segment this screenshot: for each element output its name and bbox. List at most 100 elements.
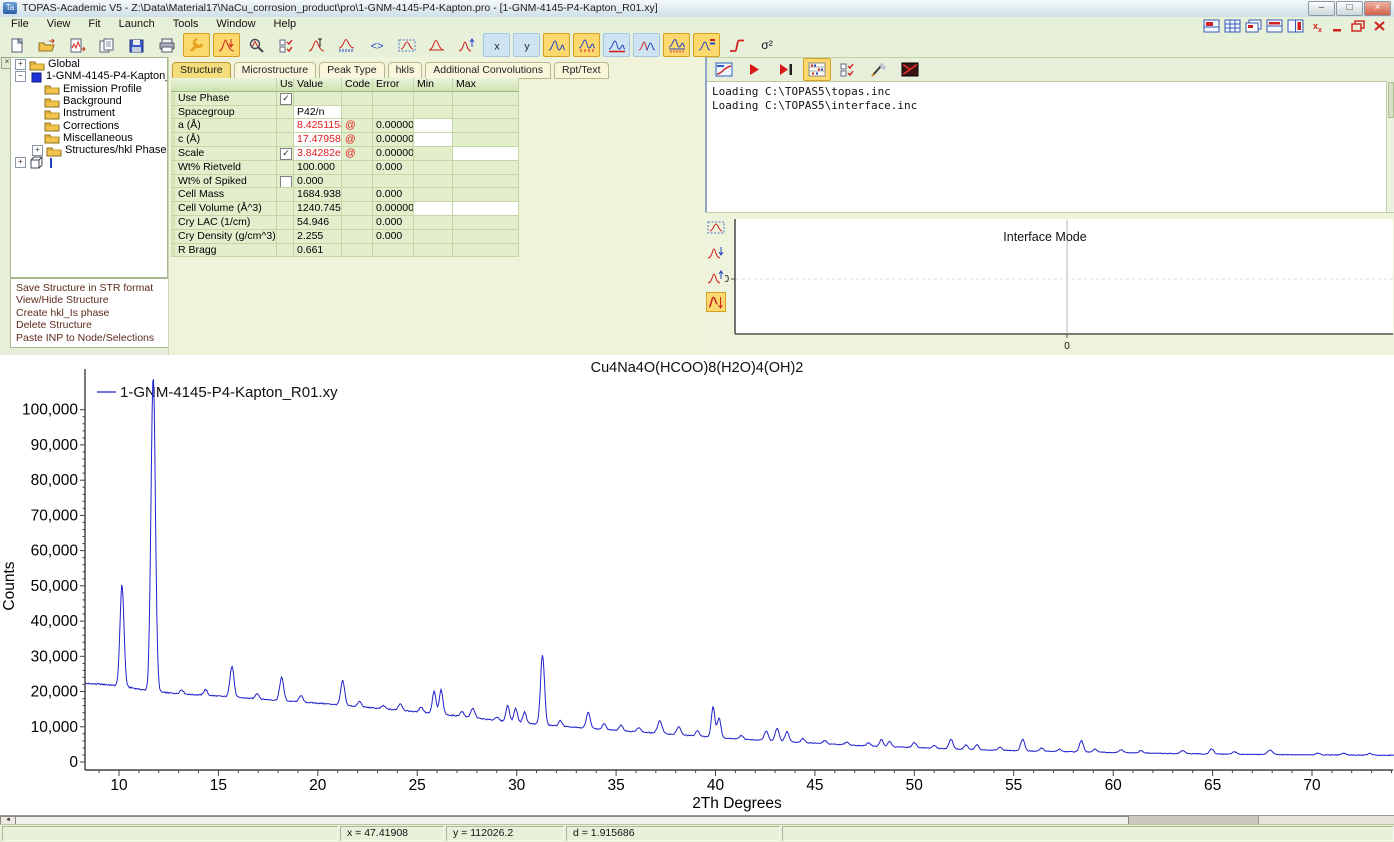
use-cell[interactable]: ✓ — [277, 92, 294, 106]
value-cell[interactable]: 17.4795807 — [294, 133, 342, 147]
split-vertical-icon[interactable] — [1286, 18, 1304, 33]
error-cell[interactable]: 0.00000e+00 — [373, 147, 414, 161]
max-cell[interactable] — [453, 133, 519, 147]
code-cell[interactable]: @ — [342, 133, 373, 147]
command-create-hkl-is-phase[interactable]: Create hkl_Is phase — [16, 307, 172, 319]
max-cell[interactable] — [453, 147, 519, 161]
max-cell[interactable] — [453, 188, 519, 202]
max-cell[interactable] — [453, 202, 519, 216]
step-plot-icon[interactable] — [723, 33, 750, 57]
error-cell[interactable]: 0.0000000 — [373, 119, 414, 133]
y-axis-button[interactable]: y — [513, 33, 540, 57]
new-file-icon[interactable] — [3, 33, 30, 57]
min-cell[interactable] — [414, 230, 453, 244]
max-cell[interactable] — [453, 230, 519, 244]
command-view-hide-structure[interactable]: View/Hide Structure — [16, 294, 172, 306]
min-cell[interactable] — [414, 175, 453, 189]
tree-toggle-icon[interactable]: − — [15, 71, 26, 82]
min-cell[interactable] — [414, 133, 453, 147]
use-cell[interactable] — [277, 244, 294, 258]
use-cell[interactable]: ✓ — [277, 147, 294, 161]
error-cell[interactable]: 0.000 — [373, 230, 414, 244]
zoom-extents-icon[interactable] — [393, 33, 420, 57]
main-chart[interactable]: Cu4Na4O(HCOO)8(H2O)4(OH)2 1-GNM-4145-P4-… — [0, 355, 1394, 815]
minimize-button[interactable]: – — [1308, 1, 1335, 16]
tree-item-global[interactable]: + Global — [11, 58, 167, 70]
copy-file-icon[interactable] — [93, 33, 120, 57]
close-child-icon[interactable] — [1370, 18, 1388, 33]
tree-item-1-gnm-4145-p4-kapton-r01-xy[interactable]: − 1-GNM-4145-P4-Kapton_R01.xy — [11, 70, 167, 82]
value-cell[interactable]: 54.946 — [294, 216, 342, 230]
save-file-icon[interactable] — [123, 33, 150, 57]
code-cell[interactable] — [342, 161, 373, 175]
mini-zoom-extents-icon[interactable] — [706, 217, 726, 237]
show-phases-icon[interactable] — [663, 33, 690, 57]
show-hkl-bars-icon[interactable] — [693, 33, 720, 57]
error-cell[interactable] — [373, 106, 414, 120]
tree-item-corrections[interactable]: Corrections — [11, 119, 167, 131]
value-cell[interactable]: P42/n — [294, 106, 342, 120]
fit-peaks-icon[interactable] — [213, 33, 240, 57]
tab-structure[interactable]: Structure — [172, 62, 231, 79]
options-wrench-icon[interactable] — [183, 33, 210, 57]
max-cell[interactable] — [453, 175, 519, 189]
menu-fit[interactable]: Fit — [79, 17, 109, 32]
show-code-icon[interactable]: <> — [363, 33, 390, 57]
menu-file[interactable]: File — [2, 17, 38, 32]
use-cell[interactable] — [277, 216, 294, 230]
menu-tools[interactable]: Tools — [164, 17, 208, 32]
peak-ticks-icon[interactable] — [333, 33, 360, 57]
code-cell[interactable]: @ — [342, 147, 373, 161]
value-cell[interactable] — [294, 92, 342, 106]
tab-additional-convolutions[interactable]: Additional Convolutions — [425, 62, 551, 79]
value-cell[interactable]: 100.000 — [294, 161, 342, 175]
tree-toggle-icon[interactable]: + — [15, 59, 26, 70]
min-cell[interactable] — [414, 106, 453, 120]
menu-help[interactable]: Help — [265, 17, 306, 32]
error-cell[interactable]: 0.00000 — [373, 202, 414, 216]
min-cell[interactable] — [414, 244, 453, 258]
tab-microstructure[interactable]: Microstructure — [234, 62, 317, 79]
single-peak-icon[interactable] — [423, 33, 450, 57]
error-cell[interactable]: 0.000 — [373, 161, 414, 175]
max-cell[interactable] — [453, 106, 519, 120]
value-cell[interactable]: 8.4251158 — [294, 119, 342, 133]
maximize-button[interactable]: □ — [1336, 1, 1363, 16]
tree-item[interactable]: + — [11, 156, 167, 168]
use-cell[interactable] — [277, 230, 294, 244]
tree-item-structures-hkl-phases[interactable]: + Structures/hkl Phases — [11, 144, 167, 156]
tree-item-instrument[interactable]: Instrument — [11, 107, 167, 119]
code-cell[interactable] — [342, 216, 373, 230]
tab-peak-type[interactable]: Peak Type — [319, 62, 384, 79]
interface-chart-icon[interactable] — [710, 58, 738, 81]
use-cell[interactable] — [277, 202, 294, 216]
tree-item-background[interactable]: Background — [11, 95, 167, 107]
min-cell[interactable] — [414, 161, 453, 175]
close-all-icon[interactable]: xx — [1307, 18, 1325, 33]
close-button[interactable]: × — [1364, 1, 1391, 16]
tab-rpt-text[interactable]: Rpt/Text — [554, 62, 609, 79]
error-cell[interactable] — [373, 244, 414, 258]
use-cell[interactable] — [277, 119, 294, 133]
code-cell[interactable]: @ — [342, 119, 373, 133]
code-cell[interactable] — [342, 202, 373, 216]
command-delete-structure[interactable]: Delete Structure — [16, 319, 172, 331]
show-observed-icon[interactable] — [543, 33, 570, 57]
mini-shift-down-icon[interactable] — [706, 242, 726, 262]
select-items-icon[interactable] — [834, 58, 862, 81]
zoom-peak-icon[interactable] — [243, 33, 270, 57]
show-parameters-icon[interactable] — [803, 58, 831, 81]
max-cell[interactable] — [453, 216, 519, 230]
sigma2-icon[interactable]: σ² — [753, 33, 780, 57]
value-cell[interactable]: 2.255 — [294, 230, 342, 244]
edit-brush-icon[interactable] — [865, 58, 893, 81]
value-cell[interactable]: 0.000 — [294, 175, 342, 189]
min-cell[interactable] — [414, 216, 453, 230]
use-checkbox[interactable]: ✓ — [280, 148, 292, 160]
code-cell[interactable] — [342, 188, 373, 202]
min-cell[interactable] — [414, 92, 453, 106]
menu-view[interactable]: View — [38, 17, 80, 32]
tree-item-emission-profile[interactable]: Emission Profile — [11, 83, 167, 95]
tree-toggle-icon[interactable]: + — [15, 157, 26, 168]
min-cell[interactable] — [414, 188, 453, 202]
